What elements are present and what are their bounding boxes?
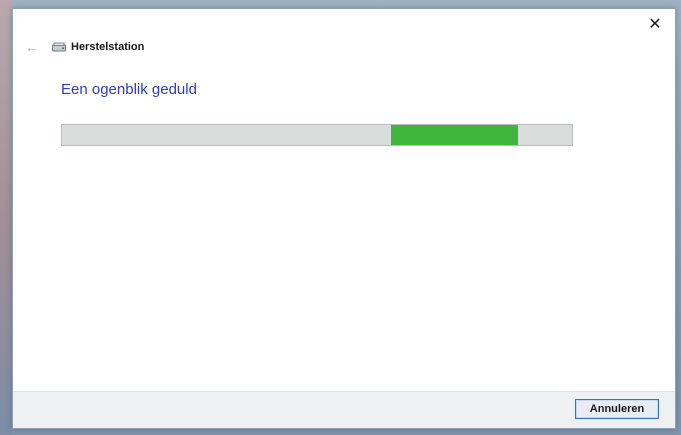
page-heading: Een ogenblik geduld: [61, 81, 197, 98]
progress-bar: [61, 124, 573, 146]
progress-fill: [390, 125, 519, 145]
wizard-window: ✕ ← Herstelstation Een ogenblik geduld A…: [12, 8, 676, 429]
close-button[interactable]: ✕: [643, 13, 667, 35]
wizard-header: ← Herstelstation: [23, 37, 144, 57]
desktop-wallpaper: [0, 0, 12, 435]
close-icon: ✕: [648, 16, 662, 33]
cancel-button[interactable]: Annuleren: [575, 399, 659, 419]
wizard-footer: Annuleren: [13, 391, 675, 428]
drive-icon: [51, 41, 67, 53]
app-title: Herstelstation: [71, 41, 145, 53]
back-arrow-icon[interactable]: ←: [23, 38, 41, 56]
